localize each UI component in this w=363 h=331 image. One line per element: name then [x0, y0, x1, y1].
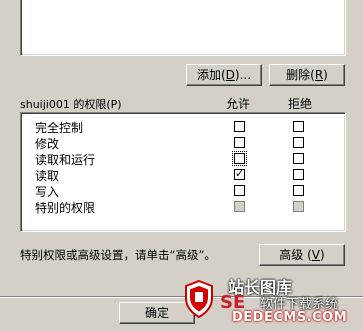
- add-button-hotkey: D: [225, 68, 235, 82]
- allow-checkbox: [234, 201, 245, 212]
- permission-row-label: 修改: [35, 137, 60, 151]
- add-button-ellipsis: ...: [239, 68, 252, 82]
- advanced-button[interactable]: 高级 (V): [259, 244, 345, 266]
- add-button[interactable]: 添加(D)...: [186, 64, 262, 86]
- permission-row-label: 写入: [35, 185, 60, 199]
- remove-button-label: 删除: [286, 68, 311, 82]
- deny-checkbox[interactable]: [293, 137, 304, 148]
- allow-checkbox[interactable]: [232, 151, 247, 166]
- add-button-label: 添加: [196, 68, 221, 82]
- advanced-button-label: 高级: [279, 248, 304, 262]
- watermark-site: DEDECMS.COM: [232, 310, 348, 325]
- deny-checkbox[interactable]: [293, 153, 304, 164]
- advanced-button-hotkey: V: [311, 248, 321, 262]
- permission-row-label: 读取: [35, 169, 60, 183]
- allow-checkbox[interactable]: [234, 185, 245, 196]
- ok-button-label: 确定: [144, 306, 169, 320]
- group-user-list[interactable]: [20, 0, 346, 56]
- remove-button-hotkey: R: [314, 68, 324, 82]
- permissions-list: 完全控制修改读取和运行读取写入特别的权限: [20, 112, 346, 232]
- allow-column-header: 允许: [226, 97, 251, 111]
- watermark-logo: 站长图库 SE 软件下载系统 DEDECMS.COM: [180, 272, 363, 331]
- allow-checkbox[interactable]: [234, 121, 245, 132]
- allow-checkbox[interactable]: [234, 137, 245, 148]
- shield-icon: [185, 280, 213, 318]
- remove-button[interactable]: 删除(R): [269, 64, 345, 86]
- deny-column-header: 拒绝: [288, 97, 313, 111]
- deny-checkbox[interactable]: [293, 169, 304, 180]
- advanced-hint: 特别权限或高级设置，请单击“高级”。: [20, 248, 216, 262]
- permission-row-label: 特别的权限: [35, 201, 96, 215]
- permissions-header: shuiji001 的权限(P): [20, 98, 122, 111]
- permission-row-label: 读取和运行: [35, 153, 96, 167]
- deny-checkbox[interactable]: [293, 121, 304, 132]
- allow-checkbox[interactable]: [234, 167, 245, 181]
- deny-checkbox[interactable]: [293, 185, 304, 196]
- permission-row-label: 完全控制: [35, 121, 84, 135]
- deny-checkbox: [293, 201, 304, 212]
